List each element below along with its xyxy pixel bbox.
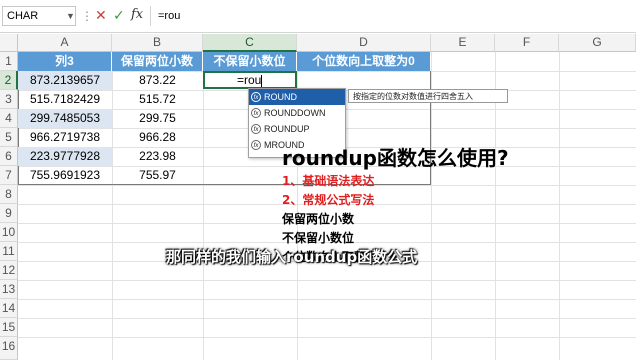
more-icon: ⋮ <box>81 9 93 23</box>
table-cell[interactable]: 873.2139657 <box>18 71 112 90</box>
row-header-14[interactable]: 14 <box>0 299 18 318</box>
table-cell[interactable]: 515.7182429 <box>18 90 112 109</box>
autocomplete-item-roundup[interactable]: fx ROUNDUP <box>249 121 345 137</box>
column-header-d[interactable]: D <box>297 34 431 52</box>
grid-line <box>18 280 636 281</box>
table-cell[interactable]: 966.2719738 <box>18 128 112 147</box>
row-header-10[interactable]: 10 <box>0 223 18 242</box>
table-cell[interactable]: 966.28 <box>112 128 203 147</box>
note-item: 1、基础语法表达 <box>282 174 375 188</box>
column-header-a[interactable]: A <box>18 34 112 52</box>
table-header-cell[interactable]: 个位数向上取整为0 <box>297 52 431 71</box>
table-cell[interactable]: 755.97 <box>112 166 203 185</box>
table-cell[interactable]: 223.9777928 <box>18 147 112 166</box>
table-header-cell[interactable]: 列3 <box>18 52 112 71</box>
row-header-3[interactable]: 3 <box>0 90 18 109</box>
autocomplete-item-rounddown[interactable]: fx ROUNDDOWN <box>249 105 345 121</box>
table-cell[interactable]: 299.75 <box>112 109 203 128</box>
function-icon: fx <box>251 92 261 102</box>
divider <box>150 6 151 26</box>
video-caption: 那同样的我们输入roundup函数公式 <box>166 248 418 266</box>
autocomplete-label: ROUNDDOWN <box>264 108 326 118</box>
row-header-2[interactable]: 2 <box>0 71 18 90</box>
table-cell[interactable]: 299.7485053 <box>18 109 112 128</box>
table-cell[interactable]: 223.98 <box>112 147 203 166</box>
row-header-1[interactable]: 1 <box>0 52 18 71</box>
row-header-4[interactable]: 4 <box>0 109 18 128</box>
table-cell[interactable]: 873.22 <box>112 71 203 90</box>
function-icon: fx <box>251 108 261 118</box>
table-header-cell[interactable]: 不保留小数位 <box>203 52 297 71</box>
row-header-16[interactable]: 16 <box>0 337 18 360</box>
column-header-b[interactable]: B <box>112 34 203 52</box>
row-header-9[interactable]: 9 <box>0 204 18 223</box>
text-cursor <box>261 74 263 87</box>
name-box[interactable]: CHAR <box>2 6 76 26</box>
chevron-down-icon[interactable]: ▼ <box>66 6 75 26</box>
grid-line <box>18 337 636 338</box>
grid-line <box>559 52 560 360</box>
row-header-7[interactable]: 7 <box>0 166 18 185</box>
column-header-g[interactable]: G <box>559 34 636 52</box>
row-header-8[interactable]: 8 <box>0 185 18 204</box>
enter-icon[interactable]: ✓ <box>113 5 125 25</box>
formula-text: rou <box>244 73 262 87</box>
autocomplete-item-round[interactable]: fx ROUND <box>249 89 345 105</box>
grid-line <box>18 318 636 319</box>
row-header-5[interactable]: 5 <box>0 128 18 147</box>
table-cell[interactable]: 515.72 <box>112 90 203 109</box>
row-header-13[interactable]: 13 <box>0 280 18 299</box>
autocomplete-label: ROUNDUP <box>264 124 310 134</box>
table-cell[interactable]: 755.9691923 <box>18 166 112 185</box>
row-header-11[interactable]: 11 <box>0 242 18 261</box>
column-header-f[interactable]: F <box>495 34 559 52</box>
formula-prefix: = <box>237 73 245 87</box>
row-header-6[interactable]: 6 <box>0 147 18 166</box>
note-item: 2、常规公式写法 <box>282 193 375 207</box>
row-header-15[interactable]: 15 <box>0 318 18 337</box>
column-header-e[interactable]: E <box>431 34 495 52</box>
grid-line <box>18 299 636 300</box>
formula-bar: CHAR ▼ ⋮ ✕ ✓ fx =rou <box>0 0 636 33</box>
note-item: 保留两位小数 <box>282 212 355 226</box>
autocomplete-label: ROUND <box>264 92 297 102</box>
cancel-icon[interactable]: ✕ <box>95 5 107 25</box>
function-icon: fx <box>251 140 261 150</box>
formula-input[interactable]: =rou <box>158 6 180 26</box>
function-tooltip: 按指定的位数对数值进行四舍五入 <box>348 89 508 103</box>
note-item: 不保留小数位 <box>282 231 355 245</box>
function-icon: fx <box>251 124 261 134</box>
active-cell-editor[interactable]: =rou <box>203 71 297 89</box>
insert-function-icon[interactable]: fx <box>131 5 143 25</box>
row-header-12[interactable]: 12 <box>0 261 18 280</box>
select-all-corner[interactable] <box>0 34 18 52</box>
note-title: roundup函数怎么使用? <box>282 146 509 170</box>
column-header-c[interactable]: C <box>203 34 297 52</box>
table-header-cell[interactable]: 保留两位小数 <box>112 52 203 71</box>
